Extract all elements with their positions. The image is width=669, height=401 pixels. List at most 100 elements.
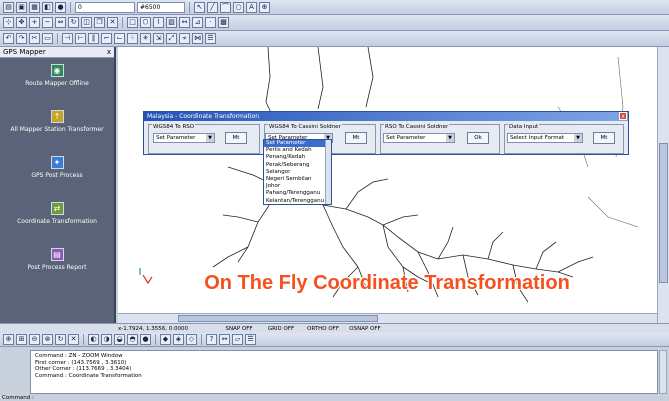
ortho-toggle[interactable]: ORTHO OFF xyxy=(302,326,344,332)
dropdown-option[interactable]: Johor xyxy=(264,183,331,190)
command-scrollbar[interactable] xyxy=(659,350,667,394)
undo-icon[interactable]: ↶ xyxy=(3,33,14,44)
arc-icon[interactable]: ⌒ xyxy=(220,1,231,13)
dropdown-option[interactable]: Pahang/Terengganu xyxy=(264,190,331,197)
tool-coordinate-transformation[interactable]: ⇄ Coordinate Transformation xyxy=(0,196,114,242)
paste-icon[interactable]: ▭ xyxy=(42,33,53,44)
polyline-icon[interactable]: ⌇ xyxy=(153,17,164,28)
layer-lock-icon[interactable]: ◒ xyxy=(114,334,125,345)
zoom-out-icon[interactable]: − xyxy=(42,17,53,28)
break-icon[interactable]: ≁ xyxy=(179,33,190,44)
rectangle-icon[interactable]: □ xyxy=(127,17,138,28)
close-icon[interactable]: ✕ xyxy=(68,334,79,345)
properties-icon[interactable]: ☰ xyxy=(205,33,216,44)
rso-cassini-ok-button[interactable]: Ok xyxy=(467,132,489,144)
array-icon[interactable]: ⁘ xyxy=(127,33,138,44)
layer-color-icon[interactable]: ● xyxy=(140,334,151,345)
hatch-icon[interactable]: ▨ xyxy=(166,17,177,28)
data-input-button[interactable]: Mt xyxy=(593,132,615,144)
cut-icon[interactable]: ✂ xyxy=(29,33,40,44)
rotate-icon[interactable]: ↻ xyxy=(68,17,79,28)
dropdown-option[interactable]: Perak/Seberang xyxy=(264,162,331,169)
wgs84-rso-select[interactable]: Set Parameter ▼ xyxy=(153,133,215,143)
polygon-icon[interactable]: ⬡ xyxy=(140,17,151,28)
layer-on-icon[interactable]: ◐ xyxy=(88,334,99,345)
zoom-icon[interactable]: ⊕ xyxy=(259,1,270,13)
pointer-icon[interactable]: ↖ xyxy=(194,1,205,13)
dropdown-option[interactable]: Perlis and Kedah xyxy=(264,147,331,154)
scroll-thumb[interactable] xyxy=(659,143,668,283)
dropdown-scrollbar[interactable] xyxy=(325,140,331,204)
dropdown-option[interactable]: Negeri Sembilan xyxy=(264,176,331,183)
scale-icon[interactable]: ⤢ xyxy=(166,33,177,44)
osnap-toggle[interactable]: OSNAP OFF xyxy=(344,326,386,332)
measure-icon[interactable]: ⊿ xyxy=(192,17,203,28)
layer-freeze-icon[interactable]: ◓ xyxy=(127,334,138,345)
zoom-previous-icon[interactable]: ⊖ xyxy=(29,334,40,345)
zoom-in-icon[interactable]: + xyxy=(29,17,40,28)
distance-icon[interactable]: ↔ xyxy=(219,334,230,345)
text-icon[interactable]: A xyxy=(246,1,257,13)
stretch-icon[interactable]: ⇲ xyxy=(153,33,164,44)
copy-icon[interactable]: ❐ xyxy=(94,17,105,28)
dropdown-option[interactable]: Selangor xyxy=(264,169,331,176)
group-label: WGS84 To RSO xyxy=(152,124,196,130)
dropdown-option[interactable]: Penang/Kedah xyxy=(264,154,331,161)
list-icon[interactable]: ☰ xyxy=(245,334,256,345)
trim-icon[interactable]: ⊣ xyxy=(62,33,73,44)
parameter-dropdown-list[interactable]: Set Parameter Perlis and Kedah Penang/Ke… xyxy=(263,139,332,205)
command-prompt[interactable]: Command : xyxy=(2,395,34,401)
point-style-icon[interactable]: ◆ xyxy=(160,334,171,345)
zoom-window-icon[interactable]: ⊕ xyxy=(3,334,14,345)
area-icon[interactable]: ▱ xyxy=(232,334,243,345)
chamfer-icon[interactable]: ⌙ xyxy=(114,33,125,44)
snap-toggle[interactable]: SNAP OFF xyxy=(218,326,260,332)
layer-off-icon[interactable]: ◑ xyxy=(101,334,112,345)
color-icon[interactable]: ● xyxy=(55,1,66,13)
layer-combo[interactable]: 0 xyxy=(75,1,135,13)
symbol-icon[interactable]: ◇ xyxy=(186,334,197,345)
scale-combo[interactable]: #6500 xyxy=(137,1,185,13)
move-icon[interactable]: ⇔ xyxy=(55,17,66,28)
dialog-close-button[interactable]: x xyxy=(619,112,627,120)
zoom-realtime-icon[interactable]: ⊗ xyxy=(42,334,53,345)
block-icon[interactable]: ▩ xyxy=(218,17,229,28)
rso-cassini-select[interactable]: Set Parameter ▼ xyxy=(383,133,455,143)
explode-icon[interactable]: ✳ xyxy=(140,33,151,44)
wgs84-rso-button[interactable]: Mt xyxy=(225,132,247,144)
map-horizontal-scrollbar[interactable] xyxy=(118,313,657,323)
scroll-thumb[interactable] xyxy=(178,315,378,322)
save-icon[interactable]: ▣ xyxy=(16,1,27,13)
line-icon[interactable]: ╱ xyxy=(207,1,218,13)
circle-icon[interactable]: ○ xyxy=(233,1,244,13)
open-icon[interactable]: ▤ xyxy=(3,1,14,13)
tool-station-transformer[interactable]: ↑ All Mapper Station Transformer xyxy=(0,104,114,150)
mirror-icon[interactable]: ◫ xyxy=(81,17,92,28)
print-icon[interactable]: ▦ xyxy=(29,1,40,13)
command-history[interactable]: Command : ZN - ZOOM Window First corner … xyxy=(30,350,658,394)
join-icon[interactable]: ⋈ xyxy=(192,33,203,44)
grid-toggle[interactable]: GRID OFF xyxy=(260,326,302,332)
wgs84-cassini-button[interactable]: Mt xyxy=(345,132,367,144)
panel-close-button[interactable]: x xyxy=(107,47,114,57)
fillet-icon[interactable]: ⌐ xyxy=(101,33,112,44)
dimension-icon[interactable]: ↔ xyxy=(179,17,190,28)
point-icon[interactable]: · xyxy=(205,17,216,28)
dropdown-option[interactable]: Kelantan/Terengganu xyxy=(264,198,331,205)
pan-icon[interactable]: ✥ xyxy=(16,17,27,28)
zoom-extents-icon[interactable]: ⊞ xyxy=(16,334,27,345)
redo-icon[interactable]: ↷ xyxy=(16,33,27,44)
layer-icon[interactable]: ◧ xyxy=(42,1,53,13)
tool-gps-post-process[interactable]: ✦ GPS Post Process xyxy=(0,150,114,196)
tool-post-process-report[interactable]: ▤ Post Process Report xyxy=(0,242,114,288)
dropdown-option[interactable]: Set Parameter xyxy=(264,140,331,148)
extend-icon[interactable]: ⊢ xyxy=(75,33,86,44)
tool-route-mapper-offline[interactable]: ◉ Route Mapper Offline xyxy=(0,58,114,104)
redraw-icon[interactable]: ↻ xyxy=(55,334,66,345)
marker-icon[interactable]: ◈ xyxy=(173,334,184,345)
delete-icon[interactable]: ✕ xyxy=(107,17,118,28)
query-icon[interactable]: ? xyxy=(206,334,217,345)
snap-icon[interactable]: ⊹ xyxy=(3,17,14,28)
offset-icon[interactable]: ∥ xyxy=(88,33,99,44)
data-input-select[interactable]: Select Input Format ▼ xyxy=(507,133,583,143)
